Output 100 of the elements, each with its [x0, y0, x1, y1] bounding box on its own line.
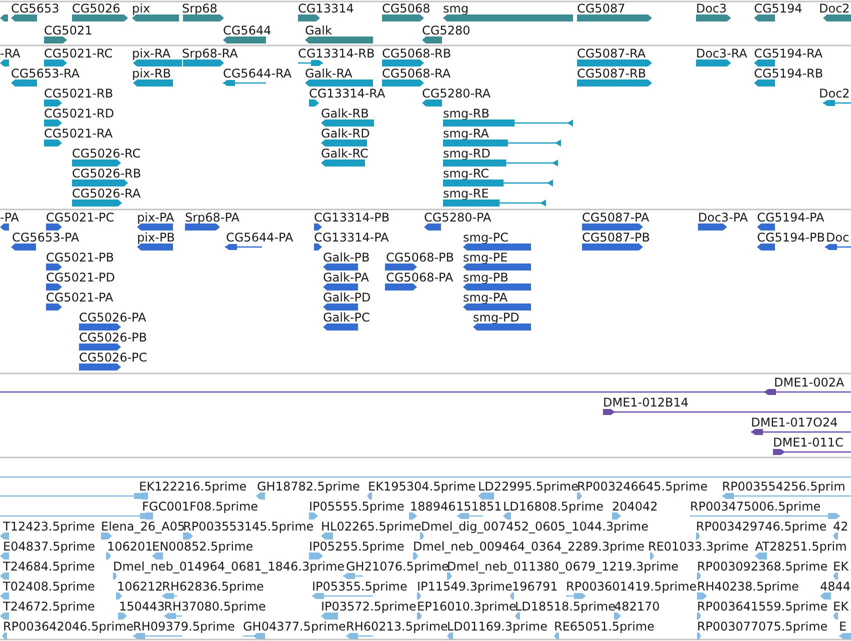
feature-label: CG5021-PB: [46, 250, 114, 264]
feature-label: CG5068: [382, 2, 430, 16]
feature-label: Dmel_neb_011380_0679_1219.3prime: [447, 560, 679, 574]
feature-label: CG5653-PA: [12, 230, 80, 244]
feature-label: Doc3-RA: [696, 46, 748, 60]
feature-label: DME1-012B14: [603, 396, 689, 410]
feature-label: DME1-017O24: [751, 416, 838, 430]
feature-label: Srp68-RA: [182, 46, 238, 60]
feature-label: CG5194-RA: [754, 46, 823, 60]
feature-label: Galk-RD: [321, 126, 370, 140]
feature-label: FGC001F08.5prime: [142, 500, 258, 514]
feature-label: smg-RD: [443, 146, 490, 160]
feature-label: CG5026-RB: [72, 166, 142, 180]
feature-label: CG5026-PA: [79, 310, 146, 324]
feature-label: EK: [833, 600, 848, 614]
feature-label: CG5021-RC: [44, 46, 113, 60]
feature-label: CG5087-PA: [582, 210, 650, 224]
feature-label: RP003429746.5prime: [696, 520, 827, 534]
feature-label: CG13314-RB: [298, 46, 375, 60]
feature-label: IP05555.5prime: [309, 500, 404, 514]
feature-label: CG5021-RD: [44, 106, 114, 120]
feature-label: 4844: [820, 580, 851, 594]
feature-label: CG13314-RA: [309, 86, 386, 100]
feature-label: pix: [132, 2, 150, 16]
feature-label: HL02265.5prime: [321, 520, 422, 534]
feature-label: smg: [443, 2, 469, 16]
feature-label: CG5644: [223, 24, 272, 38]
feature-label: CG5026: [72, 2, 120, 16]
feature-label: CG5194-PA: [757, 210, 824, 224]
feature-label: T24672.5prime: [3, 600, 95, 614]
feature-label: smg-PD: [473, 310, 520, 324]
feature-label: CG5021-RB: [44, 86, 114, 100]
feature-label: RH37080.5prime: [164, 600, 266, 614]
feature-label: DME1-002A: [774, 376, 844, 390]
feature-label: CG5021-PC: [46, 210, 114, 224]
feature-label: T24684.5prime: [3, 560, 95, 574]
feature-label: CG13314: [298, 2, 354, 16]
feature-label: IP05255.5prime: [309, 540, 404, 554]
feature-label: EN00852.5prime: [152, 540, 254, 554]
feature-label: 150443: [119, 600, 165, 614]
feature-label: CG5021-PA: [46, 290, 114, 304]
feature-label: RP003246645.5prime: [577, 480, 708, 494]
feature-label: Doc3-PA: [698, 210, 748, 224]
feature-label: CG5194: [754, 2, 802, 16]
feature-label: CG5026-RC: [72, 146, 141, 160]
feature-label: smg-PC: [463, 230, 509, 244]
feature-label: CG5021-RA: [44, 126, 113, 140]
feature-label: 188946: [410, 500, 456, 514]
feature-label: RP003641559.5prime: [697, 600, 828, 614]
feature-label: RP003553145.5prime: [183, 520, 314, 534]
feature-label: CG5026-PC: [79, 350, 148, 364]
feature-label: IP11549.3prime: [417, 580, 512, 594]
feature-label: Doc: [826, 230, 850, 244]
feature-label: Galk: [305, 24, 332, 38]
feature-label: CG5644-PA: [226, 230, 294, 244]
feature-label: -PA: [0, 210, 20, 224]
feature-label: Srp68: [182, 2, 218, 16]
feature-label: DME1-011C: [773, 436, 844, 450]
feature-label: Galk-RC: [321, 146, 368, 160]
feature-label: RP003554256.5prim: [722, 480, 846, 494]
feature-label: CG5280: [422, 24, 470, 38]
feature-label: EK: [833, 560, 848, 574]
feature-label: LD01169.3prime: [447, 620, 548, 634]
feature-label: EK122216.5prime: [139, 480, 247, 494]
feature-label: CG5087-RA: [577, 46, 646, 60]
feature-label: Galk-PD: [323, 290, 371, 304]
feature-label: RP003642046.5prime: [3, 620, 134, 634]
feature-label: CG5068-RB: [382, 46, 452, 60]
feature-label: RH62836.5prime: [162, 580, 264, 594]
feature-label: E04837.5prime: [3, 540, 96, 554]
feature-label: Galk-PC: [323, 310, 370, 324]
feature-label: smg-PA: [463, 290, 508, 304]
feature-label: Galk-PB: [323, 250, 370, 264]
feature-label: Srp68-PA: [185, 210, 240, 224]
feature-label: pix-RB: [132, 66, 171, 80]
feature-label: 482170: [614, 600, 660, 614]
feature-label: CG5087: [577, 2, 626, 16]
feature-label: CG5087-RB: [577, 66, 646, 80]
feature-label: LD16808.5prime: [503, 500, 604, 514]
feature-label: E: [839, 620, 847, 634]
feature-label: Doc2: [819, 2, 850, 16]
feature-label: GH04377.5prime: [243, 620, 346, 634]
feature-label: smg-RE: [443, 186, 489, 200]
feature-label: IP05355.5prime: [312, 580, 408, 594]
feature-label: CG5026-RA: [72, 186, 141, 200]
feature-label: smg-PE: [463, 250, 508, 264]
feature-label: Dmel_dig_007452_0605_1044.3prime: [421, 520, 649, 534]
feature-label: Doc3: [696, 2, 727, 16]
feature-label: CG5644-RA: [223, 66, 292, 80]
feature-label: AT28251.5prim: [755, 540, 847, 554]
feature-label: RE65051.5prime: [554, 620, 654, 634]
feature-label: CG5653: [11, 2, 60, 16]
feature-label: CG5653-RA: [11, 66, 80, 80]
feature-label: RP003475006.5prime: [690, 500, 821, 514]
feature-label: CG5068-PB: [386, 250, 454, 264]
feature-label: 42: [833, 520, 848, 534]
feature-label: Galk-RA: [305, 66, 352, 80]
feature-label: EK195304.5prime: [368, 480, 476, 494]
feature-label: RH60213.5prime: [346, 620, 448, 634]
feature-label: 196791: [512, 580, 558, 594]
